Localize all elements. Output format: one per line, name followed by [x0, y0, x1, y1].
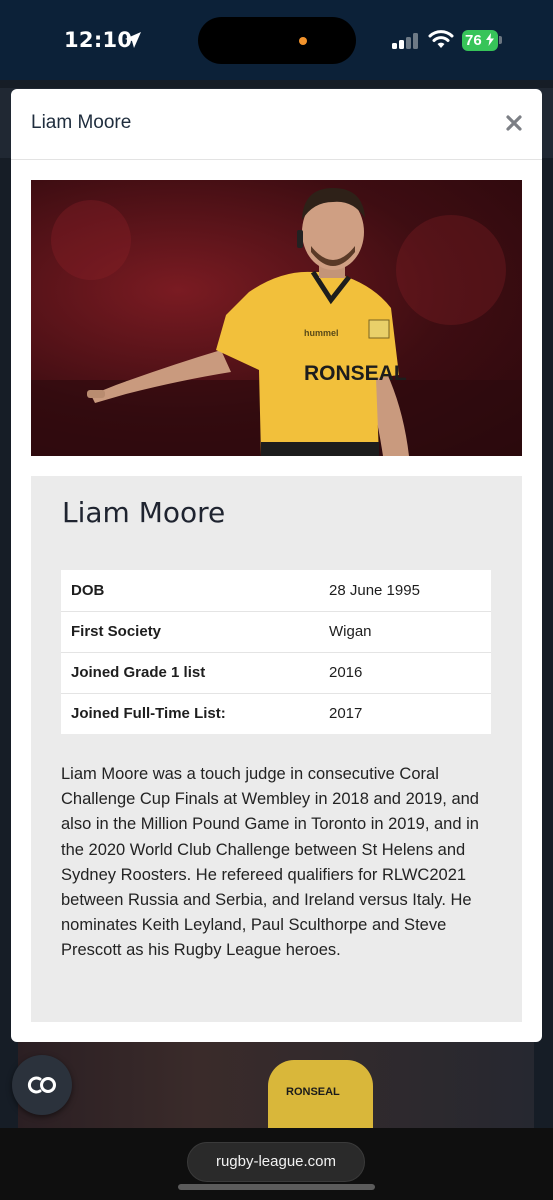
modal-header: Liam Moore [11, 89, 542, 160]
profile-bio: Liam Moore was a touch judge in consecut… [61, 765, 479, 960]
referee-illustration: RONSEAL hummel [31, 188, 522, 456]
table-row: DOB 28 June 1995 [61, 570, 491, 612]
battery-cap [499, 36, 502, 44]
dynamic-island [198, 17, 356, 64]
status-time: 12:10 [64, 28, 133, 52]
co-logo-icon[interactable] [12, 1055, 72, 1115]
profile-panel: Liam Moore DOB 28 June 1995 First Societ… [31, 476, 522, 1022]
table-row: Joined Full-Time List: 2017 [61, 693, 491, 734]
table-row: Joined Grade 1 list 2016 [61, 652, 491, 694]
co-floating-button[interactable] [12, 1055, 72, 1115]
mic-indicator-icon [299, 37, 307, 45]
fact-value: 2017 [329, 705, 363, 723]
home-indicator[interactable] [178, 1184, 375, 1190]
background-sponsor-text: RONSEAL [286, 1086, 340, 1098]
fact-label: Joined Grade 1 list [61, 652, 319, 694]
location-arrow-icon [125, 32, 141, 48]
cellular-signal-icon [392, 33, 420, 49]
battery-charging-icon: 76 [462, 30, 498, 51]
battery-level: 76 [465, 32, 482, 49]
fact-value: 2016 [319, 652, 491, 694]
profile-facts-table: DOB 28 June 1995 First Society Wigan Joi… [61, 570, 491, 734]
fact-label: DOB [61, 570, 319, 612]
status-bar: 12:10 76 [0, 0, 553, 80]
background-referee-image: RONSEAL [18, 1042, 534, 1128]
fact-value: Wigan [319, 611, 491, 653]
close-icon[interactable] [500, 109, 528, 137]
profile-name: Liam Moore [62, 496, 226, 529]
address-bar[interactable]: rugby-league.com [187, 1142, 365, 1182]
fact-label: First Society [61, 611, 319, 653]
profile-modal: Liam Moore RONSEAL hummel Liam Moore DOB… [11, 89, 542, 1042]
shirt-brand-text: hummel [304, 328, 339, 338]
wifi-icon [428, 30, 454, 48]
table-row: First Society Wigan [61, 611, 491, 653]
referee-photo: RONSEAL hummel [31, 180, 522, 456]
close-button[interactable] [500, 109, 528, 137]
shirt-sponsor-text: RONSEAL [304, 362, 407, 385]
fact-label: Joined Full-Time List: [71, 705, 226, 723]
modal-title: Liam Moore [31, 112, 132, 133]
charging-bolt-icon [485, 33, 494, 46]
fact-value: 28 June 1995 [319, 570, 491, 612]
